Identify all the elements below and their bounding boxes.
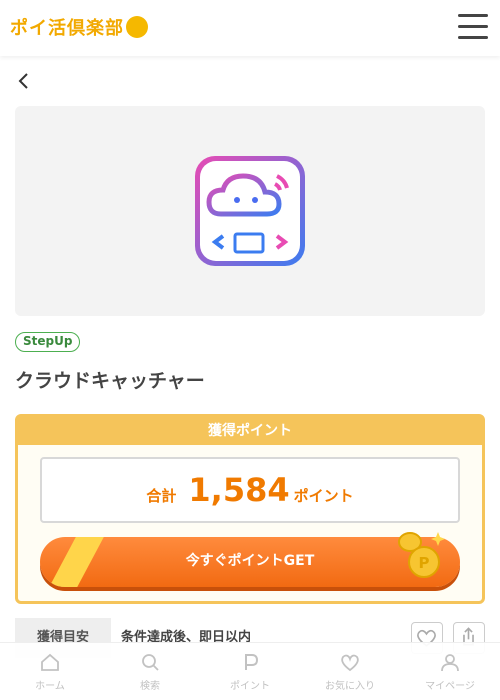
- total-value: 1,584: [188, 471, 290, 509]
- bottom-navigation: ホーム 検索 ポイント お気に入り マイページ: [0, 642, 500, 700]
- nav-label: ポイント: [230, 681, 270, 692]
- svg-text:P: P: [419, 554, 430, 572]
- home-icon: [41, 653, 59, 671]
- nav-label: 検索: [140, 681, 160, 692]
- user-icon: [441, 654, 459, 672]
- heart-icon: [341, 654, 359, 672]
- coins-icon: P: [398, 532, 445, 578]
- cloud-catcher-app-icon: [195, 156, 305, 266]
- site-header: ポイ活倶楽部: [0, 0, 500, 56]
- site-logo[interactable]: ポイ活倶楽部: [10, 14, 148, 40]
- offer-title: クラウドキャッチャー: [15, 370, 205, 392]
- nav-label: お気に入り: [325, 681, 375, 692]
- point-p-icon: [245, 654, 259, 670]
- get-points-label: 今すぐポイントGET: [185, 553, 315, 569]
- points-heading: 獲得ポイント: [18, 417, 482, 445]
- nav-mypage[interactable]: マイページ: [400, 643, 500, 700]
- total-unit: ポイント: [293, 487, 354, 505]
- nav-search[interactable]: 検索: [100, 643, 200, 700]
- nav-label: ホーム: [35, 681, 65, 692]
- total-points: 合計 1,584 ポイント: [40, 457, 460, 523]
- button-stripe: [45, 537, 107, 587]
- bee-icon: [126, 16, 148, 38]
- campaign-tag: StepUp: [15, 332, 81, 352]
- total-label: 合計: [146, 487, 177, 505]
- chevron-left-icon[interactable]: [16, 72, 32, 90]
- hamburger-menu-icon[interactable]: [458, 14, 488, 40]
- nav-home[interactable]: ホーム: [0, 643, 100, 700]
- logo-text: ポイ活倶楽部: [10, 18, 124, 39]
- nav-points[interactable]: ポイント: [200, 643, 300, 700]
- nav-favorites[interactable]: お気に入り: [300, 643, 400, 700]
- search-icon: [142, 654, 159, 671]
- nav-label: マイページ: [425, 681, 475, 692]
